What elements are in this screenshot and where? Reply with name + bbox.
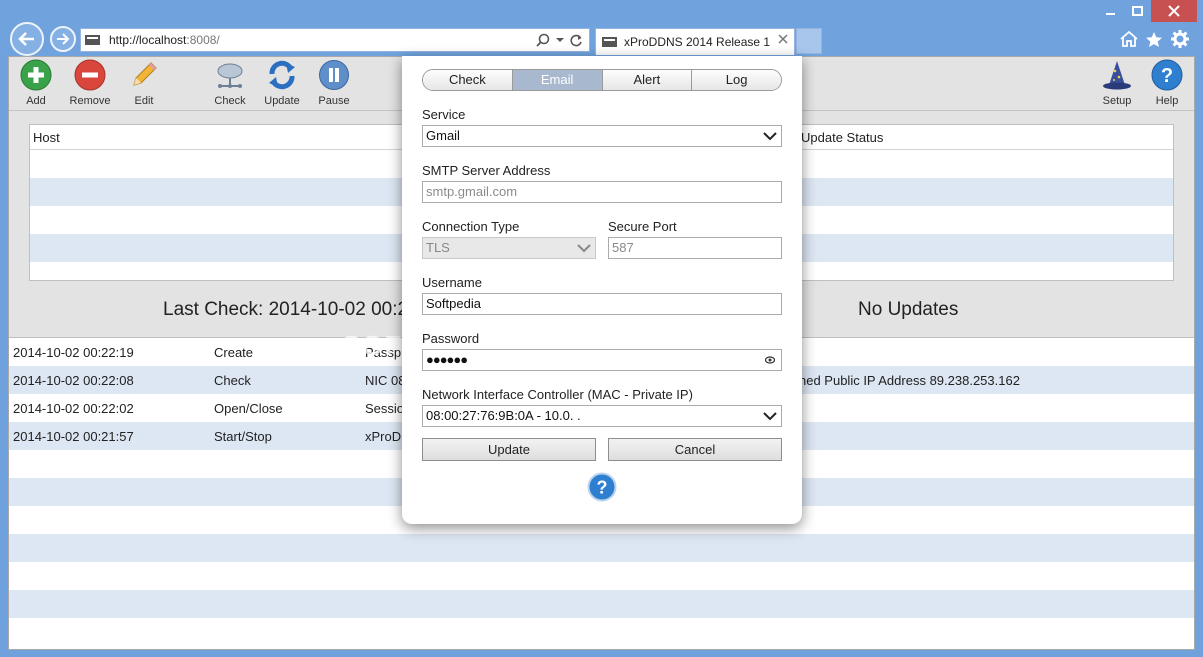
minimize-icon xyxy=(1106,13,1115,15)
password-field[interactable]: ●●●●●● xyxy=(422,349,782,371)
sync-icon xyxy=(269,60,295,90)
new-tab-button[interactable] xyxy=(796,28,822,54)
close-icon xyxy=(1168,5,1180,17)
minimize-button[interactable] xyxy=(1098,0,1124,22)
svg-text:?: ? xyxy=(1161,65,1173,87)
maximize-button[interactable] xyxy=(1124,0,1150,22)
tab-alert[interactable]: Alert xyxy=(602,70,693,90)
question-icon: ? xyxy=(1151,59,1183,91)
pencil-icon xyxy=(133,62,157,86)
log-row xyxy=(9,534,1194,562)
reveal-password-icon[interactable] xyxy=(765,355,775,365)
column-header-update-status[interactable]: Update Status xyxy=(801,130,883,145)
browser-chrome: http://localhost:8008/ xProDDNS 2014 Rel… xyxy=(0,0,1203,56)
forward-button[interactable] xyxy=(50,26,76,52)
log-row xyxy=(9,618,1194,646)
add-button[interactable]: Add xyxy=(6,59,66,107)
minus-icon xyxy=(74,59,106,91)
arrow-right-icon xyxy=(57,33,70,45)
update-button[interactable]: Update xyxy=(252,59,312,107)
check-button[interactable]: Check xyxy=(200,59,260,107)
browser-tab[interactable]: xProDDNS 2014 Release 1 xyxy=(595,28,795,55)
arrow-left-icon xyxy=(18,32,34,46)
page-icon xyxy=(85,35,100,45)
nic-select[interactable]: 08:00:27:76:9B:0A - 10.0. . xyxy=(422,405,782,427)
smtp-server-field[interactable]: smtp.gmail.com xyxy=(422,181,782,203)
search-icon[interactable] xyxy=(536,33,550,47)
help-glyph: ? xyxy=(597,478,608,498)
help-icon[interactable]: ? xyxy=(587,472,617,502)
tab-email[interactable]: Email xyxy=(512,70,603,90)
cancel-button[interactable]: Cancel xyxy=(608,438,782,461)
settings-button[interactable] xyxy=(1171,28,1189,50)
favorites-button[interactable] xyxy=(1145,28,1163,50)
username-field[interactable]: Softpedia xyxy=(422,293,782,315)
update-status-label: No Updates xyxy=(858,299,959,320)
home-icon xyxy=(1120,31,1138,47)
connection-type-select[interactable]: TLS xyxy=(422,237,596,259)
pause-button[interactable]: Pause xyxy=(304,59,364,107)
secure-port-field[interactable]: 587 xyxy=(608,237,782,259)
username-label: Username xyxy=(422,275,482,290)
nic-label: Network Interface Controller (MAC - Priv… xyxy=(422,387,693,402)
chevron-down-icon[interactable] xyxy=(556,37,564,43)
pause-icon xyxy=(319,60,349,90)
address-bar[interactable]: http://localhost:8008/ xyxy=(80,28,590,52)
edit-button[interactable]: Edit xyxy=(114,59,174,107)
connection-type-label: Connection Type xyxy=(422,219,520,234)
address-url: http://localhost:8008/ xyxy=(109,33,220,47)
log-row xyxy=(9,590,1194,618)
secure-port-label: Secure Port xyxy=(608,219,677,234)
star-icon xyxy=(1146,31,1162,47)
log-row xyxy=(9,562,1194,590)
service-select[interactable]: Gmail xyxy=(422,125,782,147)
chevron-down-icon xyxy=(577,244,591,253)
tab-title: xProDDNS 2014 Release 1 xyxy=(624,35,771,49)
close-tab-icon[interactable] xyxy=(778,34,788,44)
wizard-hat-icon xyxy=(1103,61,1131,90)
help-button[interactable]: ? Help xyxy=(1137,59,1197,107)
dialog-tabs: Check Email Alert Log xyxy=(422,69,782,91)
smtp-label: SMTP Server Address xyxy=(422,163,551,178)
last-check-label: Last Check: 2014-10-02 00:2 xyxy=(163,299,409,320)
service-label: Service xyxy=(422,107,466,122)
plus-icon xyxy=(20,59,52,91)
chevron-down-icon xyxy=(763,412,777,421)
tab-log[interactable]: Log xyxy=(692,70,781,90)
password-label: Password xyxy=(422,331,480,346)
maximize-icon xyxy=(1131,6,1143,16)
email-settings-dialog: Check Email Alert Log Service Gmail SMTP… xyxy=(402,56,802,524)
tab-check[interactable]: Check xyxy=(423,70,513,90)
network-icon xyxy=(217,63,243,88)
close-window-button[interactable] xyxy=(1151,0,1197,22)
column-header-host[interactable]: Host xyxy=(33,130,60,145)
back-button[interactable] xyxy=(10,22,44,56)
chevron-down-icon xyxy=(763,132,777,141)
remove-button[interactable]: Remove xyxy=(60,59,120,107)
home-button[interactable] xyxy=(1120,28,1138,50)
gear-icon xyxy=(1171,30,1189,48)
update-button[interactable]: Update xyxy=(422,438,596,461)
page-icon xyxy=(602,37,617,47)
refresh-icon[interactable] xyxy=(570,34,583,47)
